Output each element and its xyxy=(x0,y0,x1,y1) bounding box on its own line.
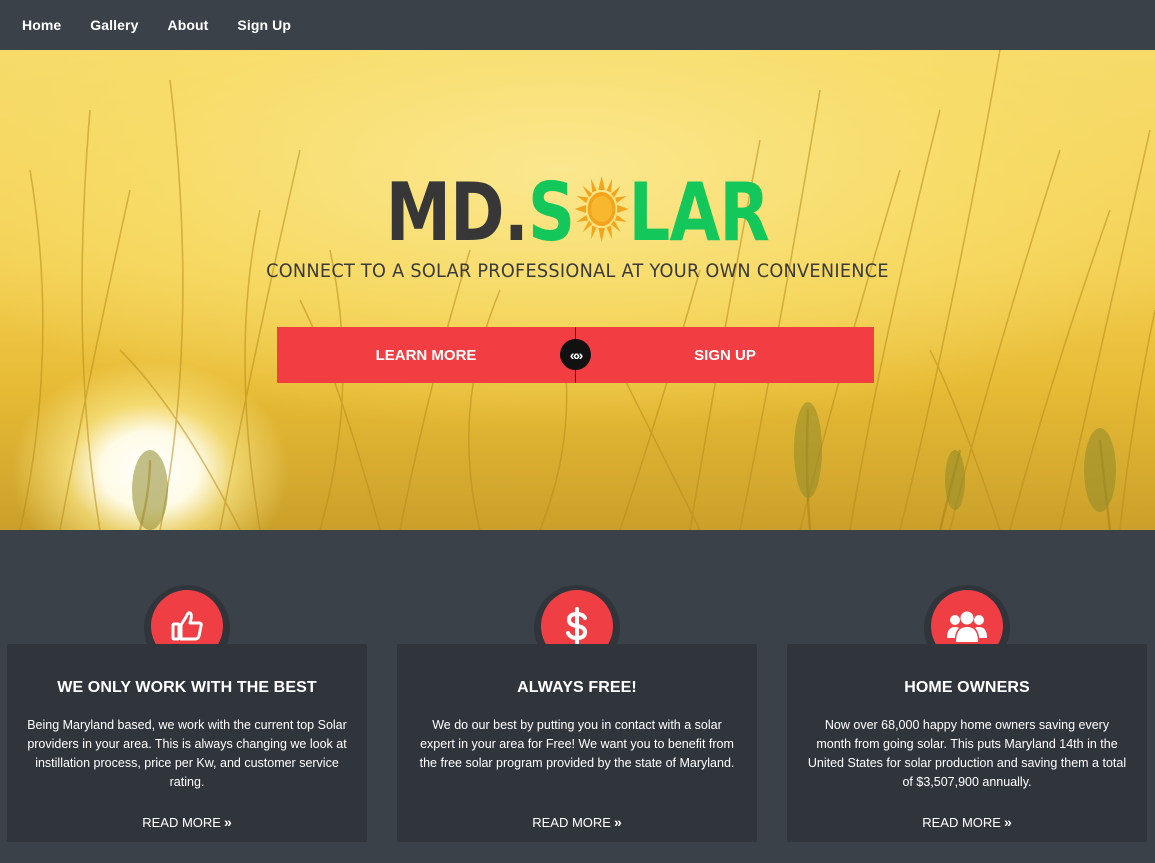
feature-body: Now over 68,000 happy home owners saving… xyxy=(807,718,1127,789)
logo-md-text: MD. xyxy=(385,166,529,259)
feature-body: Being Maryland based, we work with the c… xyxy=(27,718,347,789)
dollar-icon xyxy=(566,607,588,645)
users-icon xyxy=(947,611,987,642)
read-more-label: READ MORE xyxy=(922,815,1001,830)
nav-sign-up[interactable]: Sign Up xyxy=(237,17,291,33)
nav-home[interactable]: Home xyxy=(22,17,61,33)
read-more-label: READ MORE xyxy=(142,815,221,830)
read-more-link[interactable]: READ MORE» xyxy=(7,814,367,830)
read-more-label: READ MORE xyxy=(532,815,611,830)
feature-title: HOME OWNERS xyxy=(904,679,1030,696)
feature-title: WE ONLY WORK WITH THE BEST xyxy=(57,679,317,696)
hero-banner: MD.S LAR CONNECT TO A SOLAR PROFESSIONAL… xyxy=(0,50,1155,530)
double-chevron-right-icon: » xyxy=(223,814,232,830)
logo-s-text: S xyxy=(527,166,575,259)
nav-gallery[interactable]: Gallery xyxy=(90,17,138,33)
nav-about[interactable]: About xyxy=(167,17,208,33)
feature-card-home-owners: HOME OWNERS Now over 68,000 happy home o… xyxy=(787,644,1147,842)
md-solar-logo: MD.S LAR xyxy=(104,168,1051,258)
read-more-link[interactable]: READ MORE» xyxy=(397,814,757,830)
thumbs-up-icon xyxy=(171,611,203,641)
read-more-link[interactable]: READ MORE» xyxy=(787,814,1147,830)
double-chevron-right-icon: » xyxy=(1003,814,1012,830)
feature-body: We do our best by putting you in contact… xyxy=(419,718,735,770)
top-nav: Home Gallery About Sign Up xyxy=(0,0,1155,50)
sun-icon xyxy=(574,176,629,242)
feature-card-free: ALWAYS FREE! We do our best by putting y… xyxy=(397,644,757,842)
logo-lar-text: LAR xyxy=(628,166,770,259)
wheat-field-background xyxy=(19,50,1155,530)
sign-up-button[interactable]: SIGN UP xyxy=(576,327,874,383)
double-chevron-right-icon: » xyxy=(613,814,622,830)
feature-card-best: WE ONLY WORK WITH THE BEST Being Marylan… xyxy=(7,644,367,842)
learn-more-button[interactable]: LEARN MORE xyxy=(277,327,575,383)
hero-tagline: CONNECT TO A SOLAR PROFESSIONAL AT YOUR … xyxy=(266,260,889,282)
double-chevron-icon: «» xyxy=(560,339,591,370)
feature-title: ALWAYS FREE! xyxy=(517,679,637,696)
